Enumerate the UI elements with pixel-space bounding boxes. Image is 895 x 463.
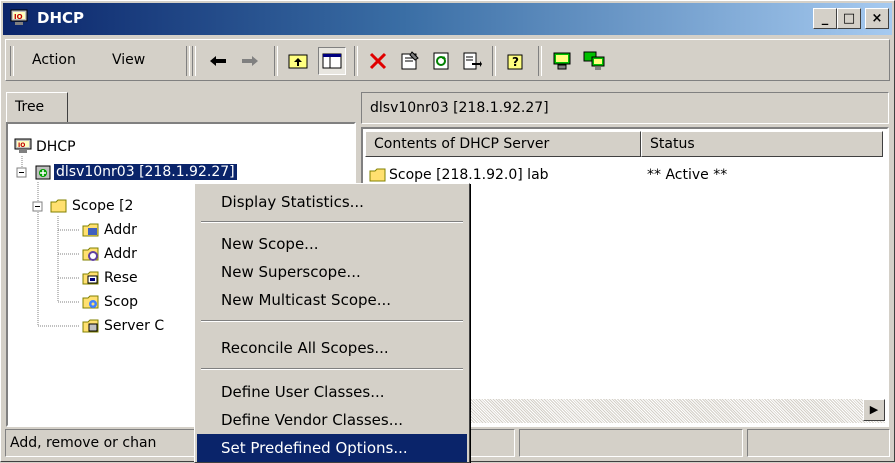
window-title: DHCP xyxy=(37,9,85,27)
computer-icon[interactable] xyxy=(548,47,576,75)
tree-scope-node[interactable]: Scope [2 xyxy=(72,198,133,214)
computers-icon[interactable] xyxy=(580,47,608,75)
toolbar-grip xyxy=(10,46,14,76)
menu-view[interactable]: View xyxy=(112,52,145,68)
dhcp-app-icon: IO xyxy=(10,9,28,25)
toolbar-separator xyxy=(186,46,190,76)
menu-new-superscope[interactable]: New Superscope... xyxy=(197,258,467,286)
column-header-contents[interactable]: Contents of DHCP Server xyxy=(365,131,641,157)
menu-display-statistics[interactable]: Display Statistics... xyxy=(197,188,467,216)
tree-child-reservations[interactable]: Rese xyxy=(104,270,138,286)
tree-child-address-pool[interactable]: Addr xyxy=(104,222,137,238)
toolbar-separator xyxy=(192,46,196,76)
properties-icon[interactable] xyxy=(396,47,424,75)
toolbar-separator xyxy=(274,46,278,76)
scope-folder-icon xyxy=(369,168,386,182)
menu-toolbar: Action View ? xyxy=(5,39,890,81)
tab-tree[interactable]: Tree xyxy=(6,92,68,122)
delete-icon[interactable] xyxy=(364,47,392,75)
show-hide-tree-icon[interactable] xyxy=(318,47,346,75)
minimize-button[interactable]: _ xyxy=(813,8,837,29)
close-button[interactable]: × xyxy=(865,8,889,29)
context-menu: Display Statistics... New Scope... New S… xyxy=(194,183,470,463)
toolbar-separator xyxy=(492,46,496,76)
title-bar[interactable]: IO DHCP _ □ × xyxy=(3,3,892,35)
maximize-button[interactable]: □ xyxy=(837,8,861,29)
server-options-icon xyxy=(82,319,99,333)
right-pane-title: dlsv10nr03 [218.1.92.27] xyxy=(361,92,889,124)
reservations-icon xyxy=(82,271,99,285)
toolbar-separator xyxy=(538,46,542,76)
help-icon[interactable]: ? xyxy=(502,47,530,75)
server-icon xyxy=(35,165,51,180)
toolbar-separator xyxy=(354,46,358,76)
folder-icon xyxy=(50,199,67,213)
svg-text:?: ? xyxy=(512,55,519,69)
back-arrow-icon[interactable] xyxy=(204,47,232,75)
list-item-scope[interactable]: Scope [218.1.92.0] lab xyxy=(389,167,549,183)
menu-define-user-classes[interactable]: Define User Classes... xyxy=(197,378,467,406)
status-pane-4 xyxy=(747,429,890,457)
menu-define-vendor-classes[interactable]: Define Vendor Classes... xyxy=(197,406,467,434)
address-leases-icon xyxy=(82,247,99,261)
address-pool-icon xyxy=(82,223,99,237)
menu-action[interactable]: Action xyxy=(32,52,76,68)
menu-new-scope[interactable]: New Scope... xyxy=(197,230,467,258)
svg-text:IO: IO xyxy=(14,13,23,21)
tree-server-options-node[interactable]: Server C xyxy=(104,318,164,334)
list-item-status: ** Active ** xyxy=(647,167,728,183)
scope-options-icon xyxy=(82,295,99,309)
tree-child-scope-options[interactable]: Scop xyxy=(104,294,138,310)
column-header-status[interactable]: Status xyxy=(641,131,883,157)
menu-set-predefined-options[interactable]: Set Predefined Options... xyxy=(197,434,467,462)
scroll-right-arrow-icon[interactable]: ▶ xyxy=(863,399,885,421)
forward-arrow-icon[interactable] xyxy=(236,47,264,75)
refresh-icon[interactable] xyxy=(428,47,456,75)
menu-new-multicast-scope[interactable]: New Multicast Scope... xyxy=(197,286,467,314)
status-pane-3 xyxy=(519,429,743,457)
tree-child-address-leases[interactable]: Addr xyxy=(104,246,137,262)
export-list-icon[interactable] xyxy=(458,47,486,75)
menu-separator xyxy=(201,320,463,322)
menu-separator xyxy=(201,368,463,370)
menu-reconcile-all-scopes[interactable]: Reconcile All Scopes... xyxy=(197,334,467,362)
up-one-level-icon[interactable] xyxy=(284,47,312,75)
menu-separator xyxy=(201,221,463,223)
tree-server-node[interactable]: dlsv10nr03 [218.1.92.27] xyxy=(54,164,237,180)
dhcp-window: IO DHCP _ □ × Action View ? Tree IO DHCP… xyxy=(0,0,895,463)
